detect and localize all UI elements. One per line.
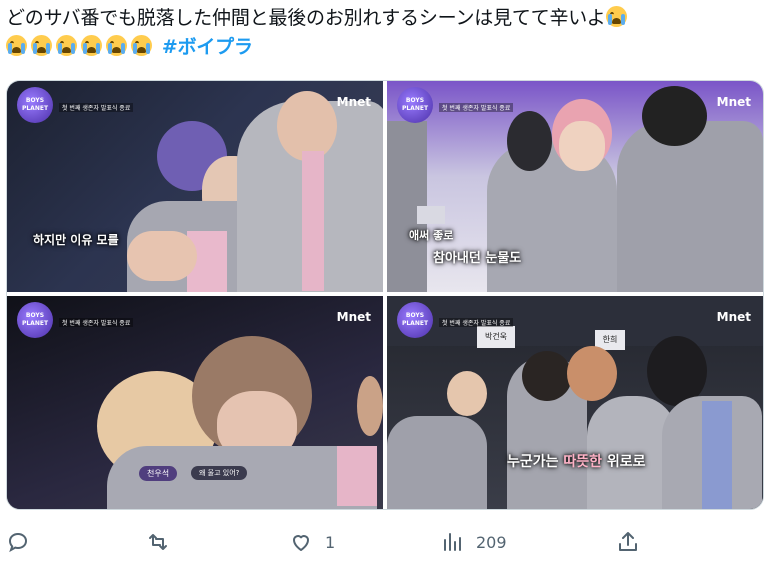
show-logo: BOYS PLANET xyxy=(397,302,433,338)
hashtag-link[interactable]: #ボイプラ xyxy=(162,36,253,58)
views-icon xyxy=(444,533,461,551)
loudly-crying-face-icon xyxy=(6,35,27,56)
panel-2-subtitle-line-2: 참아내던 눈물도 xyxy=(433,251,522,266)
show-logo: BOYS PLANET xyxy=(17,302,53,338)
panel-2-subtitle-line-1: 애써 좋로 xyxy=(409,229,454,242)
show-logo-caption: 첫 번째 생존자 발표식 종료 xyxy=(59,103,134,112)
tweet-actions-bar: 1 209 xyxy=(0,522,774,562)
views-count: 209 xyxy=(476,532,507,552)
loudly-crying-face-icon xyxy=(605,6,627,27)
tweet-text: どのサバ番でも脱落した仲間と最後のお別れするシーンは見てて辛いよ #ボイプラ xyxy=(6,4,770,62)
like-icon xyxy=(293,535,309,551)
like-count: 1 xyxy=(325,532,336,552)
show-logo: BOYS PLANET xyxy=(397,87,433,123)
reply-icon xyxy=(8,532,28,553)
loudly-crying-face-icon xyxy=(31,35,52,56)
loudly-crying-face-icon xyxy=(106,35,127,56)
nameplate: 박건욱 xyxy=(477,326,515,348)
retweet-icon xyxy=(149,534,167,550)
reply-button[interactable] xyxy=(6,528,30,556)
show-logo-caption: 첫 번째 생존자 발표식 종료 xyxy=(439,103,514,112)
panel-3-caption-chip: 왜 울고 있어? xyxy=(191,466,248,480)
mnet-logo: Mnet xyxy=(716,95,751,109)
show-logo: BOYS PLANET xyxy=(17,87,53,123)
media-image-1[interactable]: BOYS PLANET 첫 번째 생존자 발표식 종료 Mnet 하지만 이유 … xyxy=(7,81,383,292)
loudly-crying-face-icon xyxy=(81,35,102,56)
contestant-name-tag: 천우석 xyxy=(139,466,178,481)
panel-1-subtitle: 하지만 이유 모를 xyxy=(33,233,119,247)
retweet-button[interactable] xyxy=(146,528,170,556)
mnet-logo: Mnet xyxy=(336,95,371,109)
mnet-logo: Mnet xyxy=(716,310,751,324)
share-icon xyxy=(619,532,637,551)
show-logo-caption: 첫 번째 생존자 발표식 종료 xyxy=(59,318,134,327)
tweet-body: どのサバ番でも脱落した仲間と最後のお別れするシーンは見てて辛いよ xyxy=(6,7,606,29)
media-grid: BOYS PLANET 첫 번째 생존자 발표식 종료 Mnet 하지만 이유 … xyxy=(6,80,764,510)
panel-4-subtitle: 누군가는 따뜻한 위로로 xyxy=(507,454,646,470)
like-button[interactable]: 1 xyxy=(289,528,335,556)
loudly-crying-face-icon xyxy=(56,35,77,56)
media-image-4[interactable]: 박건욱 한희 BOYS PLANET 첫 번째 생존자 발표식 종료 Mnet … xyxy=(387,296,763,509)
share-button[interactable] xyxy=(616,528,640,556)
show-logo-caption: 첫 번째 생존자 발표식 종료 xyxy=(439,318,514,327)
media-image-2[interactable]: BOYS PLANET 첫 번째 생존자 발표식 종료 Mnet 애써 좋로 참… xyxy=(387,81,763,292)
mnet-logo: Mnet xyxy=(336,310,371,324)
views-button[interactable]: 209 xyxy=(440,528,507,556)
loudly-crying-face-icon xyxy=(131,35,152,56)
media-image-3[interactable]: BOYS PLANET 첫 번째 생존자 발표식 종료 Mnet 천우석 왜 울… xyxy=(7,296,383,509)
